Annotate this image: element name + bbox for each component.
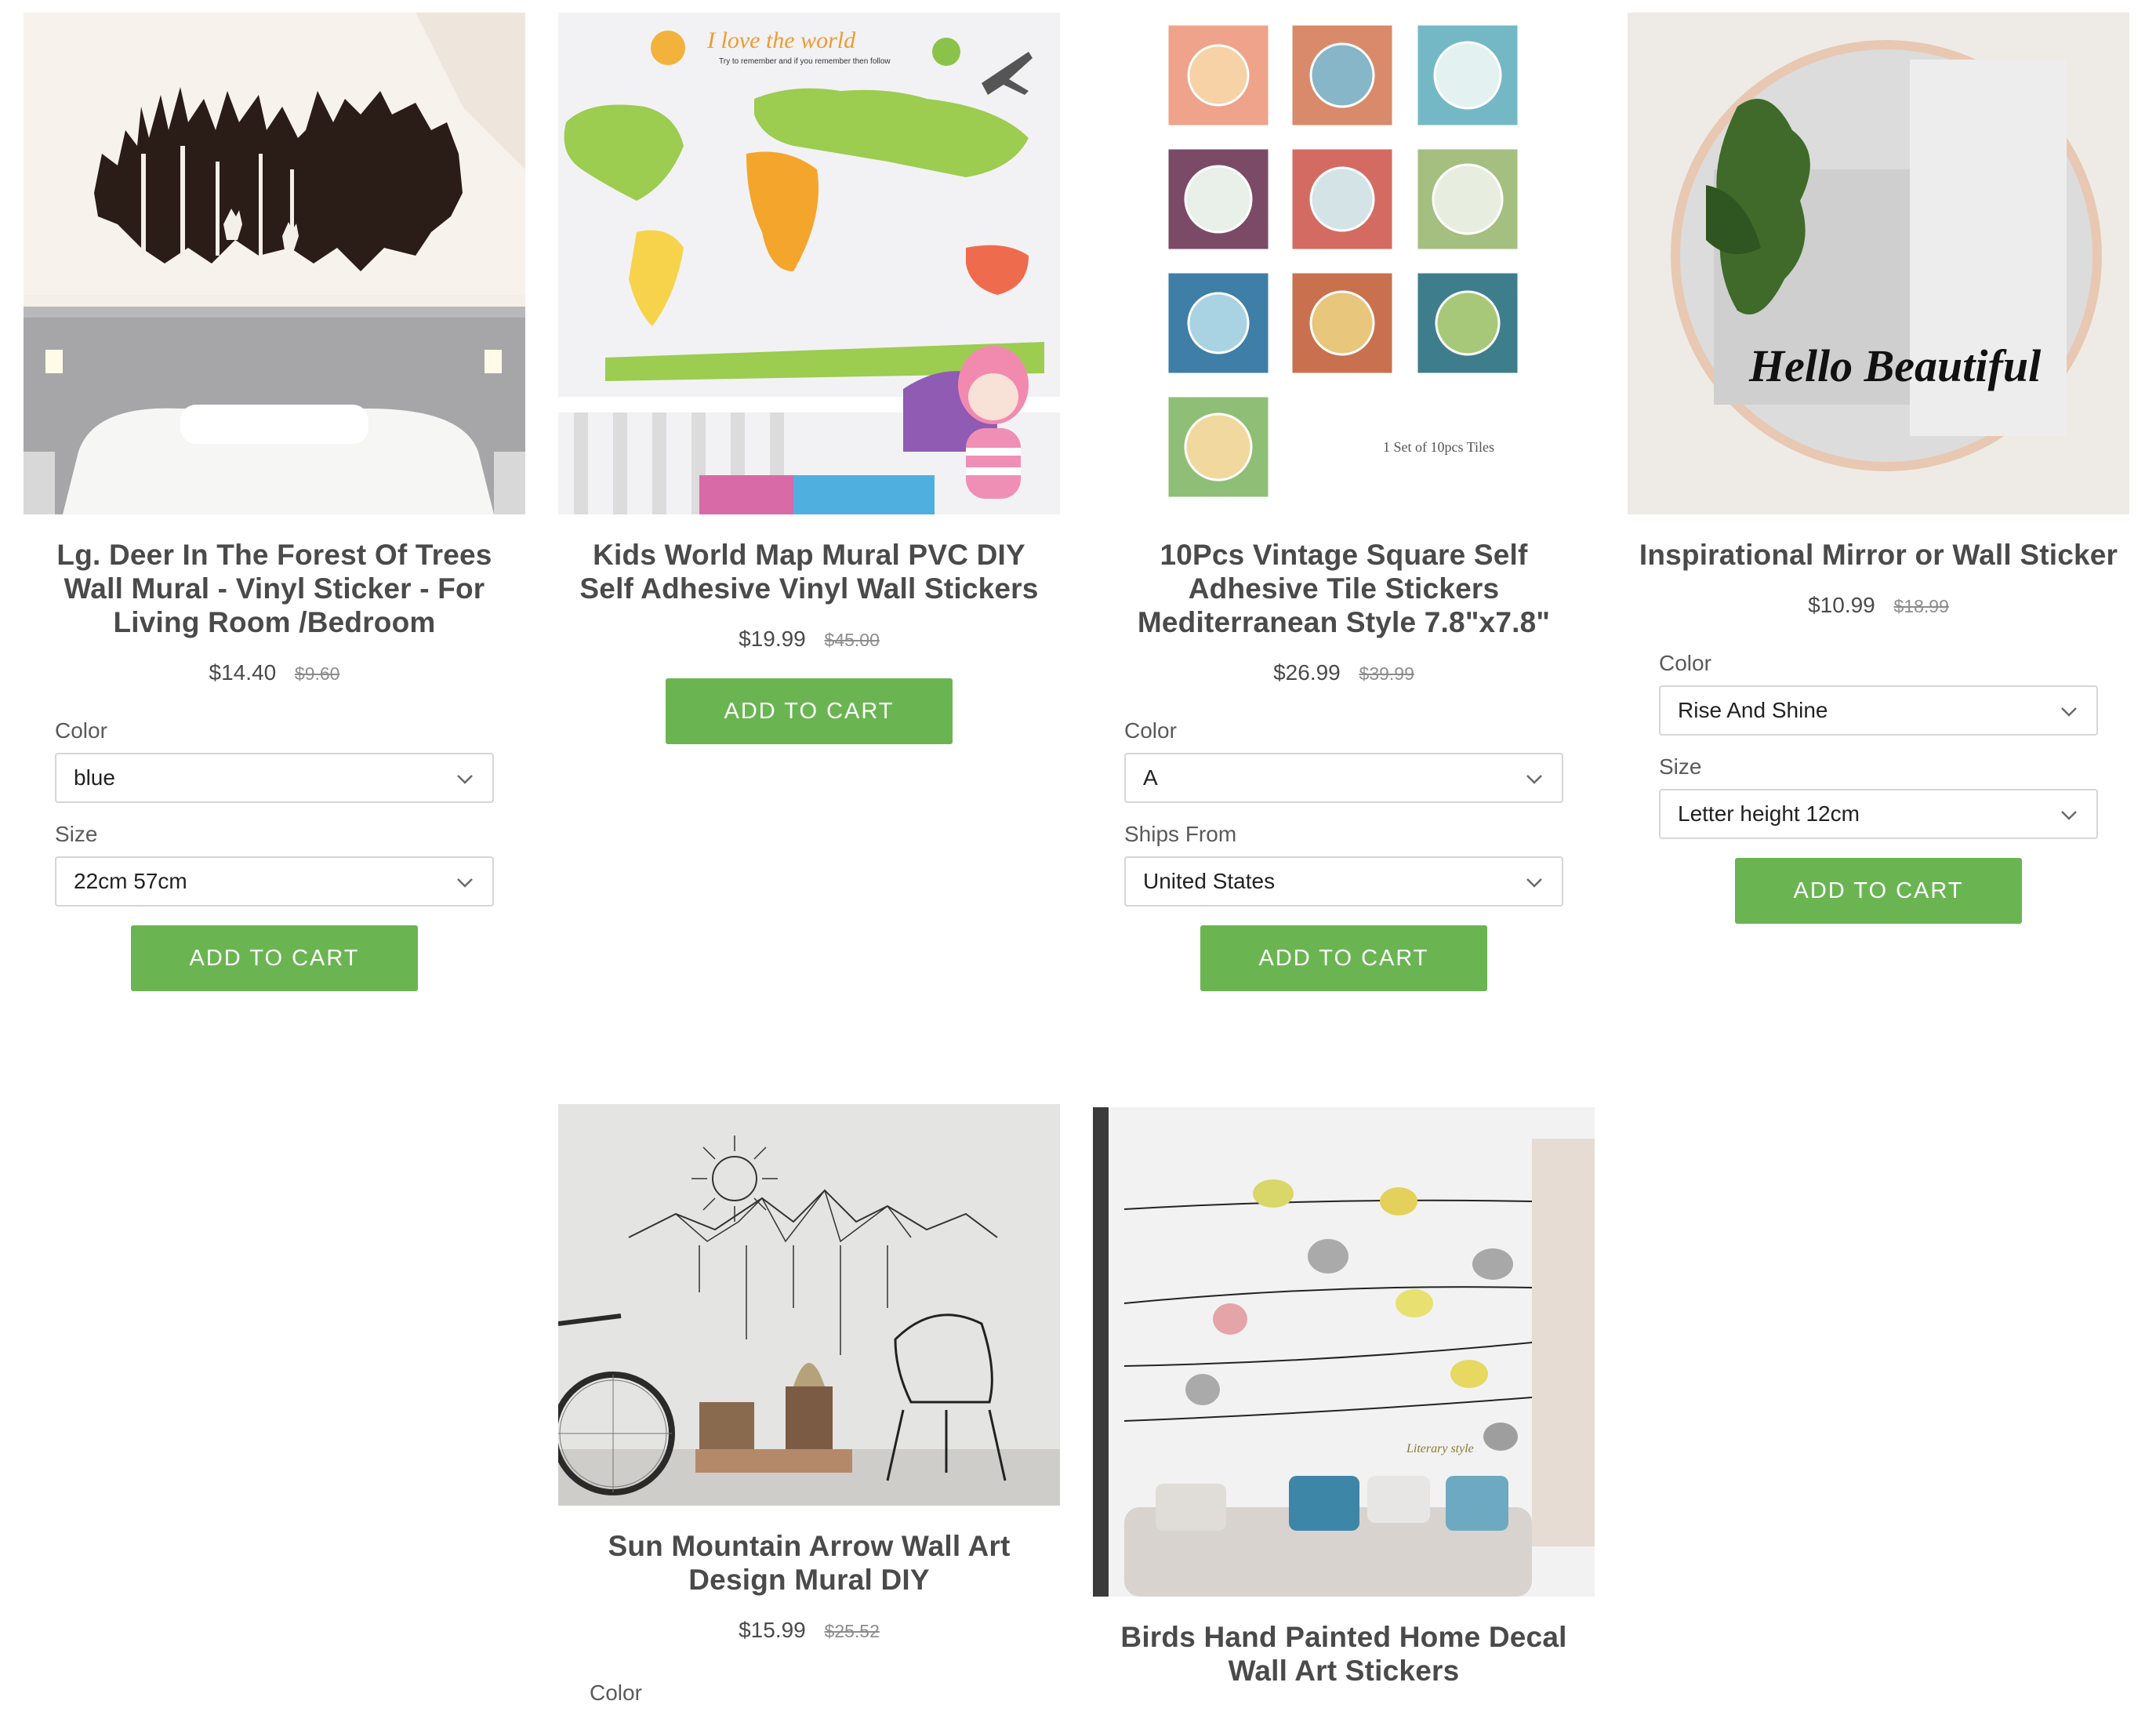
price-row: $14.40 $9.60: [24, 659, 525, 687]
chevron-down-icon: [457, 878, 473, 888]
compare-price: $39.99: [1359, 663, 1414, 684]
product-title[interactable]: Kids World Map Mural PVC DIY Self Adhesi…: [563, 538, 1055, 605]
product-price: $15.99: [739, 1618, 806, 1642]
size-select[interactable]: 22cm 57cm: [55, 856, 494, 907]
select-value: A: [1143, 765, 1158, 790]
product-title[interactable]: Lg. Deer In The Forest Of Trees Wall Mur…: [28, 538, 521, 639]
ships-from-select[interactable]: United States: [1124, 856, 1563, 907]
product-card: Hello Beautiful Inspirational Mirror or …: [1628, 13, 2129, 924]
forest-deer-wall-mural-image: [24, 13, 525, 514]
product-card: Literary style Birds Hand Painted Home D…: [1093, 1107, 1595, 1688]
select-value: Letter height 12cm: [1678, 801, 1860, 826]
kids-world-map-mural-image: I love the world Try to remember and if …: [558, 13, 1060, 514]
birds-decal-image: Literary style: [1093, 1107, 1595, 1597]
color-select[interactable]: A: [1124, 753, 1563, 803]
chevron-down-icon: [1526, 775, 1542, 784]
vintage-tile-stickers-image: 1 Set of 10pcs Tiles: [1093, 13, 1595, 514]
product-price: $19.99: [739, 627, 806, 651]
price-row: $26.99 $39.99: [1093, 659, 1595, 687]
product-options: Color Rise And Shine Size Letter height …: [1659, 651, 2098, 839]
product-title[interactable]: Birds Hand Painted Home Decal Wall Art S…: [1098, 1620, 1590, 1688]
product-image[interactable]: 1 Set of 10pcs Tiles: [1093, 13, 1595, 514]
compare-price: $18.99: [1893, 596, 1949, 616]
product-image[interactable]: I love the world Try to remember and if …: [558, 13, 1060, 514]
image-text-caption: 1 Set of 10pcs Tiles: [1383, 439, 1494, 455]
color-select[interactable]: blue: [55, 753, 494, 803]
product-card: Sun Mountain Arrow Wall Art Design Mural…: [558, 1104, 1060, 1715]
product-image[interactable]: Literary style: [1093, 1107, 1595, 1597]
option-label-size: Size: [55, 822, 98, 846]
image-text-sub: Try to remember and if you remember then…: [719, 57, 891, 66]
select-value: United States: [1143, 869, 1276, 893]
color-select[interactable]: Rise And Shine: [1659, 685, 2098, 736]
mirror-script-text: Hello Beautiful: [1748, 340, 2042, 391]
compare-price: $25.52: [824, 1621, 880, 1641]
option-label-color: Color: [1124, 718, 1177, 743]
product-price: $14.40: [209, 660, 277, 685]
compare-price: $45.00: [824, 630, 880, 650]
chevron-down-icon: [2061, 811, 2077, 820]
option-label-color: Color: [590, 1680, 642, 1705]
sun-mountain-image: [558, 1104, 1060, 1506]
product-card: 1 Set of 10pcs Tiles 10Pcs Vintage Squar…: [1093, 13, 1595, 991]
compare-price: $9.60: [294, 663, 340, 684]
select-value: blue: [74, 765, 115, 790]
add-to-cart-button[interactable]: ADD TO CART: [666, 678, 953, 744]
add-to-cart-button[interactable]: ADD TO CART: [1735, 858, 2022, 924]
option-label-ships-from: Ships From: [1124, 822, 1237, 846]
add-to-cart-button[interactable]: ADD TO CART: [1200, 925, 1487, 991]
option-label-color: Color: [55, 718, 107, 743]
product-card: I love the world Try to remember and if …: [558, 13, 1060, 744]
round-mirror-image: Hello Beautiful: [1628, 13, 2129, 514]
product-title[interactable]: Sun Mountain Arrow Wall Art Design Mural…: [563, 1529, 1055, 1597]
add-to-cart-button[interactable]: ADD TO CART: [131, 925, 418, 991]
product-price: $26.99: [1273, 660, 1341, 685]
price-row: $15.99 $25.52: [558, 1617, 1060, 1644]
product-image[interactable]: [24, 13, 525, 514]
price-row: $19.99 $45.00: [558, 626, 1060, 653]
product-price: $10.99: [1808, 593, 1875, 617]
product-title[interactable]: 10Pcs Vintage Square Self Adhesive Tile …: [1098, 538, 1590, 639]
chevron-down-icon: [457, 775, 473, 784]
product-card: Lg. Deer In The Forest Of Trees Wall Mur…: [24, 13, 525, 991]
product-options: Color A Ships From United States: [1124, 718, 1563, 907]
select-value: 22cm 57cm: [74, 869, 187, 893]
chevron-down-icon: [1526, 878, 1542, 888]
price-row: $10.99 $18.99: [1628, 592, 2129, 620]
size-select[interactable]: Letter height 12cm: [1659, 789, 2098, 839]
product-options: Color blue Size 22cm 57cm: [55, 718, 494, 907]
product-title[interactable]: Inspirational Mirror or Wall Sticker: [1632, 538, 2125, 572]
chevron-down-icon: [2061, 707, 2077, 717]
product-options: Color: [590, 1680, 1029, 1706]
image-text-heading: I love the world: [706, 27, 856, 53]
decal-script-text: Literary style: [1406, 1442, 1474, 1455]
select-value: Rise And Shine: [1678, 698, 1828, 722]
product-image[interactable]: Hello Beautiful: [1628, 13, 2129, 514]
product-image[interactable]: [558, 1104, 1060, 1506]
option-label-color: Color: [1659, 651, 1711, 675]
option-label-size: Size: [1659, 754, 1702, 779]
